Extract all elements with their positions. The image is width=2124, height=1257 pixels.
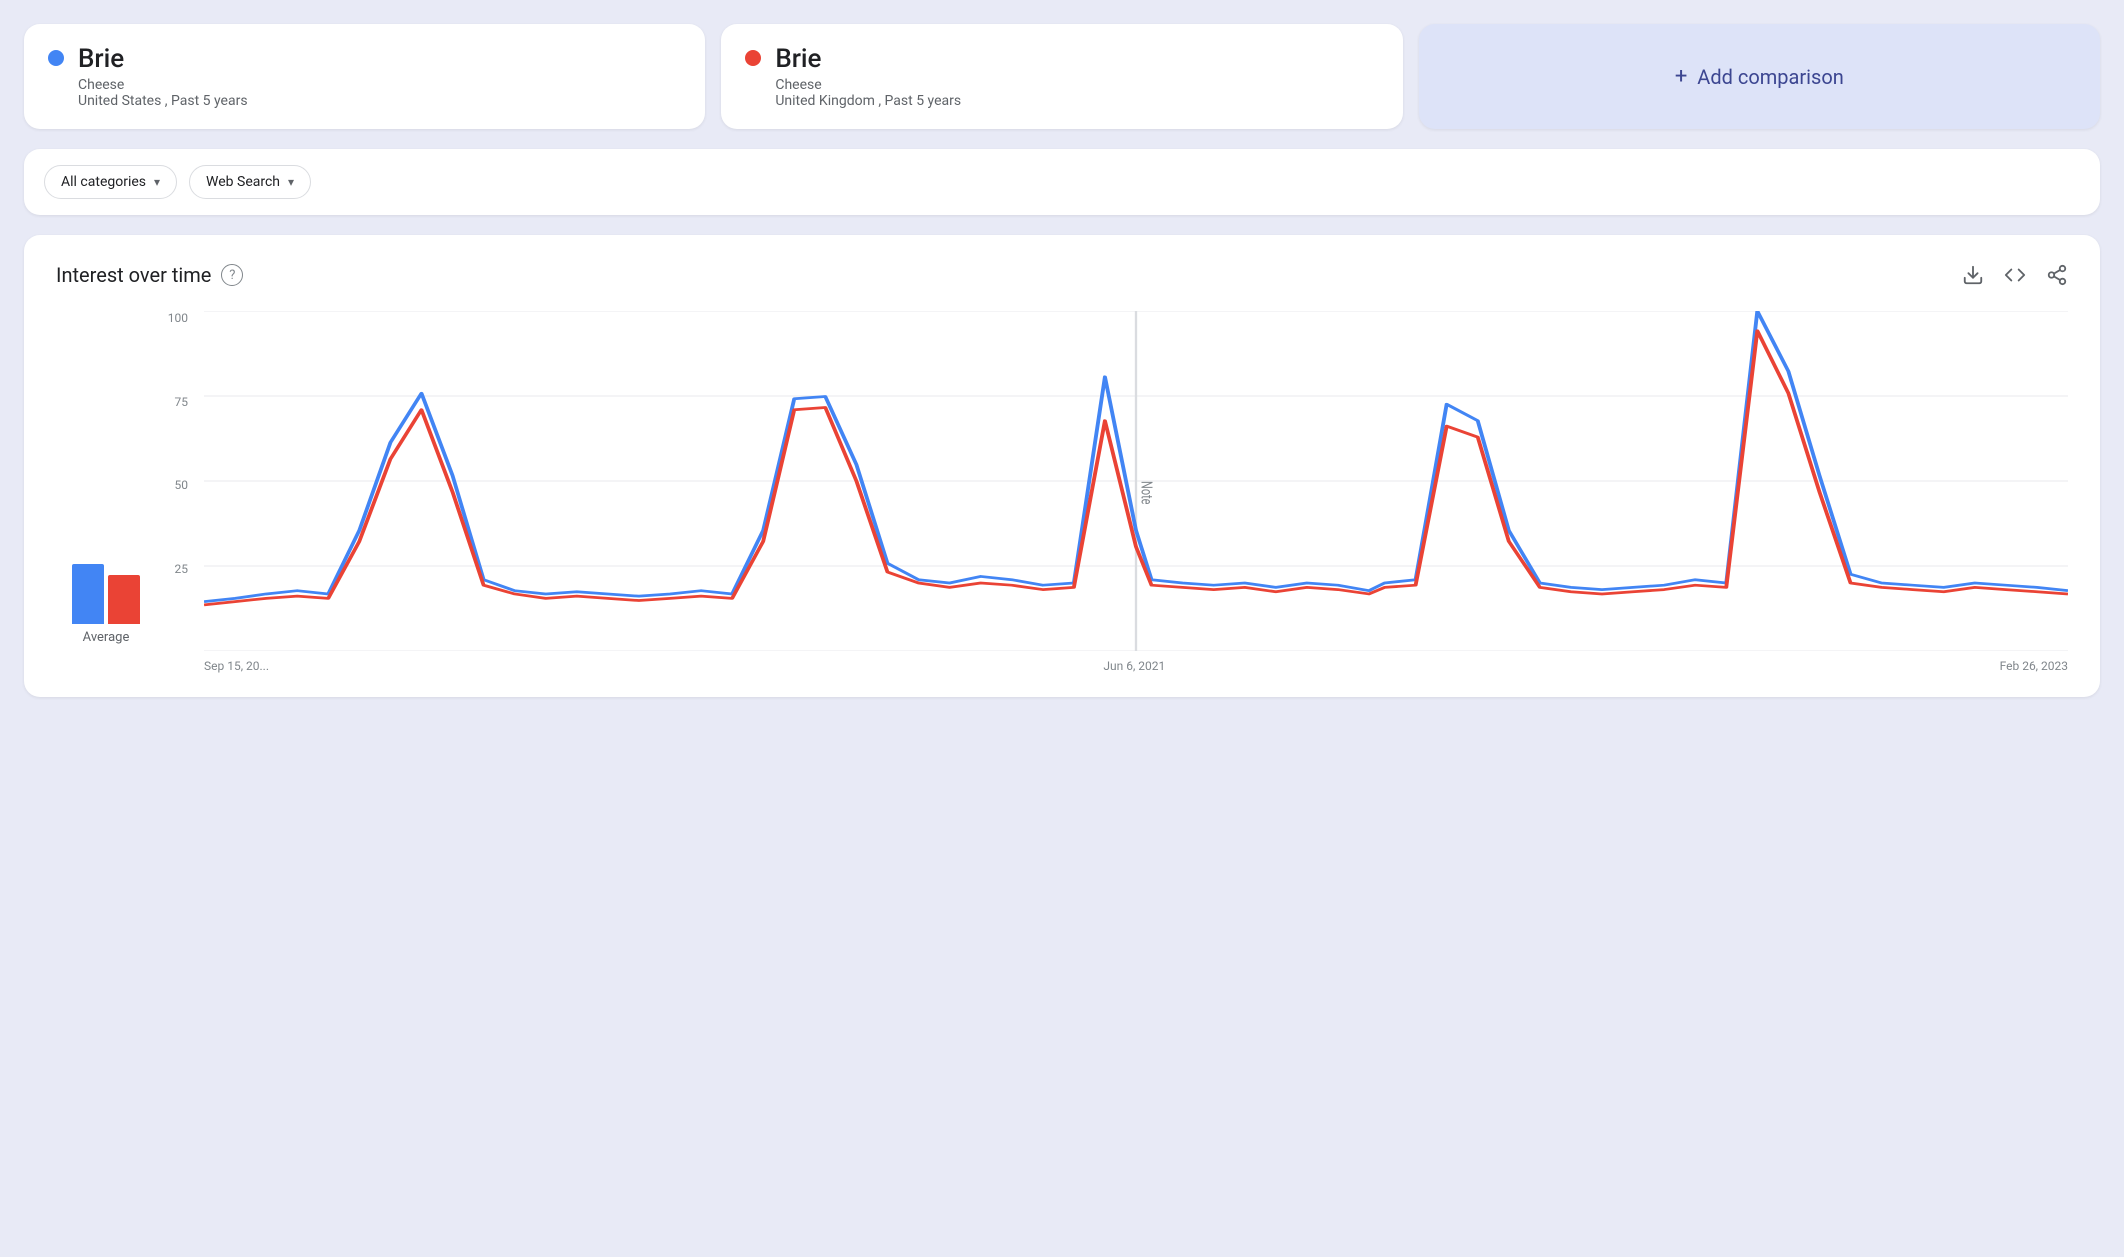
x-label-1: Sep 15, 20... [204,659,269,673]
svg-text:Note: Note [1137,481,1154,504]
chart-title: Interest over time [56,263,211,287]
categories-filter-label: All categories [61,174,146,190]
term-name-1: Brie [78,44,248,75]
legend-label: Average [83,630,130,645]
categories-filter[interactable]: All categories ▾ [44,165,177,199]
x-label-2: Jun 6, 2021 [1103,659,1165,673]
chevron-down-icon-2: ▾ [288,175,294,189]
term-region-1: United States , Past 5 years [78,93,248,109]
embed-button[interactable] [2004,264,2026,286]
legend-bar-blue [72,564,104,624]
chart-header: Interest over time ? [56,263,2068,287]
line-chart-svg: Note [204,311,2068,651]
y-label-50: 50 [156,478,196,492]
chart-section: Interest over time ? [24,235,2100,697]
plus-icon: + [1675,64,1687,89]
terms-section: Brie Cheese United States , Past 5 years… [24,24,2100,129]
filters-section: All categories ▾ Web Search ▾ [24,149,2100,215]
download-button[interactable] [1962,264,1984,286]
x-axis: Sep 15, 20... Jun 6, 2021 Feb 26, 2023 [204,655,2068,673]
term-info-1: Brie Cheese United States , Past 5 years [78,44,248,109]
y-label-75: 75 [156,395,196,409]
chevron-down-icon: ▾ [154,175,160,189]
add-comparison-label: Add comparison [1697,65,1844,89]
chart-title-area: Interest over time ? [56,263,243,287]
term-region-2: United Kingdom , Past 5 years [775,93,961,109]
y-label-25: 25 [156,562,196,576]
term-card-2[interactable]: Brie Cheese United Kingdom , Past 5 year… [721,24,1402,129]
share-button[interactable] [2046,264,2068,286]
add-comparison-button[interactable]: + Add comparison [1419,24,2100,129]
chart-actions [1962,264,2068,286]
chart-legend: Average [56,311,156,673]
legend-bar-red [108,575,140,624]
search-type-filter-label: Web Search [206,174,280,190]
graph-area: 100 75 50 25 Note [156,311,2068,673]
term-card-1[interactable]: Brie Cheese United States , Past 5 years [24,24,705,129]
term-dot-1 [48,50,64,66]
term-info-2: Brie Cheese United Kingdom , Past 5 year… [775,44,961,109]
y-label-100: 100 [156,311,196,325]
x-label-3: Feb 26, 2023 [2000,659,2068,673]
help-icon-label: ? [229,268,235,283]
term-category-1: Cheese [78,77,248,93]
help-icon[interactable]: ? [221,264,243,286]
legend-bars [72,564,140,624]
term-category-2: Cheese [775,77,961,93]
term-name-2: Brie [775,44,961,75]
term-dot-2 [745,50,761,66]
search-type-filter[interactable]: Web Search ▾ [189,165,311,199]
